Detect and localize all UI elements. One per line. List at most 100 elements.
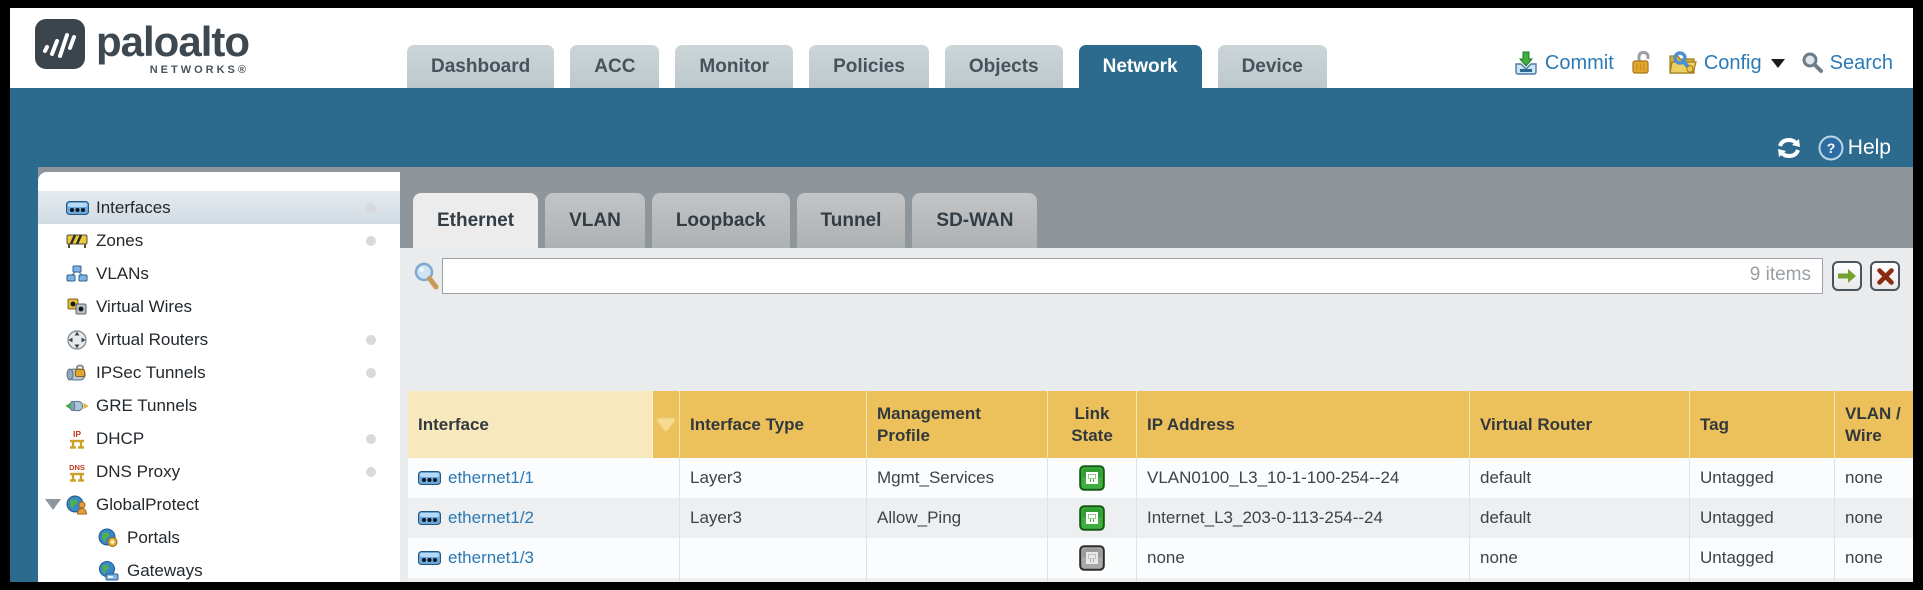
sidebar-item-globalprotect[interactable]: GlobalProtect [38,488,400,521]
tab-acc[interactable]: ACC [570,45,659,88]
interface-cell: ethernet1/3 [408,538,680,578]
status-dot-icon [366,368,376,378]
virtual-wires-icon [65,298,89,315]
tab-monitor[interactable]: Monitor [675,45,793,88]
subtab-tunnel[interactable]: Tunnel [797,193,906,248]
sidebar-item-ipsec-tunnels[interactable]: IPSec Tunnels [38,356,400,389]
vlan-wire-cell: none [1835,498,1913,538]
management-profile-cell [867,538,1048,578]
column-header-management-profile[interactable]: Management Profile [867,391,1048,458]
ip-address-cell: none [1137,578,1470,582]
clear-filter-button[interactable] [1870,261,1900,291]
subtab-ethernet[interactable]: Ethernet [413,193,538,248]
interfaces-table: Interface Interface TypeManagement Profil… [408,391,1913,582]
ip-address-cell: VLAN0100_L3_10-1-100-254--24 [1137,458,1470,498]
subtab-loopback[interactable]: Loopback [652,193,790,248]
virtual-router-cell: none [1470,538,1690,578]
gateways-icon [96,561,120,581]
lock-icon [1629,50,1653,76]
tag-cell: Untagged [1690,538,1835,578]
column-header-virtual-router[interactable]: Virtual Router [1470,391,1690,458]
link-state-cell [1048,578,1137,582]
help-icon: ? [1818,135,1844,161]
interface-cell: ethernet1/1 [408,458,680,498]
column-header-interface[interactable]: Interface [408,391,653,458]
tag-cell: Untagged [1690,498,1835,538]
management-profile-cell: Allow_Ping [867,498,1048,538]
gre-tunnels-icon [65,398,89,414]
sidebar-item-virtual-routers[interactable]: Virtual Routers [38,323,400,356]
column-header-link-state[interactable]: Link State [1048,391,1137,458]
app-window: paloalto NETWORKS® DashboardACCMonitorPo… [0,0,1923,590]
dhcp-icon: IP [65,429,89,449]
paloalto-logo-icon [34,18,86,70]
ip-address-cell: Internet_L3_203-0-113-254--24 [1137,498,1470,538]
virtual-router-cell: none [1470,578,1690,582]
subtabs: EthernetVLANLoopbackTunnelSD-WAN [413,193,1044,248]
interface-link[interactable]: ethernet1/3 [448,548,534,568]
management-profile-cell: Mgmt_Services [867,458,1048,498]
lock-button[interactable] [1629,50,1653,76]
tab-network[interactable]: Network [1079,45,1202,88]
sidebar-item-virtual-wires[interactable]: Virtual Wires [38,290,400,323]
column-header-vlan-wire[interactable]: VLAN / Wire [1835,391,1913,458]
column-header-ip-address[interactable]: IP Address [1137,391,1470,458]
interface-type-cell: Layer3 [680,498,867,538]
tab-objects[interactable]: Objects [945,45,1063,88]
interface-cell: ethernet1/4 [408,578,680,582]
filter-input[interactable] [442,258,1823,294]
tab-dashboard[interactable]: Dashboard [407,45,554,88]
tab-policies[interactable]: Policies [809,45,929,88]
status-dot-icon [366,335,376,345]
tab-device[interactable]: Device [1218,45,1327,88]
commit-label: Commit [1545,52,1614,75]
ip-address-cell: none [1137,538,1470,578]
sidebar-item-portals[interactable]: Portals [38,521,400,554]
sidebar-item-zones[interactable]: Zones [38,224,400,257]
sidebar-item-label: DNS Proxy [96,462,180,482]
help-button[interactable]: ? Help [1818,135,1891,161]
red-x-icon [1877,268,1894,285]
column-header-interface-type[interactable]: Interface Type [680,391,867,458]
ipsec-tunnels-icon [65,364,89,382]
sidebar-item-dhcp[interactable]: IPDHCP [38,422,400,455]
search-label: Search [1830,52,1893,75]
commit-button[interactable]: Commit [1513,50,1614,76]
sidebar-item-dns-proxy[interactable]: DNSDNS Proxy [38,455,400,488]
status-dot-icon [366,434,376,444]
table-row: ethernet1/1Layer3Mgmt_ServicesVLAN0100_L… [408,458,1913,498]
expander-triangle-icon[interactable] [45,499,61,510]
interface-icon [418,551,441,565]
sidebar-item-label: GlobalProtect [96,495,199,515]
sort-triangle-icon [657,419,675,431]
sidebar-item-gre-tunnels[interactable]: GRE Tunnels [38,389,400,422]
portals-icon [96,528,120,548]
sidebar-item-label: Virtual Routers [96,330,208,350]
filter-magnifier-icon[interactable] [412,261,440,291]
interface-cell: ethernet1/2 [408,498,680,538]
help-label: Help [1848,136,1891,160]
column-header-tag[interactable]: Tag [1690,391,1835,458]
apply-filter-button[interactable] [1832,261,1862,291]
sidebar-item-label: GRE Tunnels [96,396,197,416]
interface-link[interactable]: ethernet1/1 [448,468,534,488]
utility-bar: Commit [1513,50,1893,76]
sort-dropdown-button[interactable] [653,391,680,458]
table-row: ethernet1/3nonenoneUntaggednone [408,538,1913,578]
status-dot-icon [366,236,376,246]
interfaces-icon [65,201,89,215]
refresh-button[interactable] [1774,136,1804,160]
interface-link[interactable]: ethernet1/2 [448,508,534,528]
subtab-sd-wan[interactable]: SD-WAN [912,193,1037,248]
search-menu[interactable]: Search [1800,51,1893,75]
sidebar-item-interfaces[interactable]: Interfaces [38,191,400,224]
sidebar-item-gateways[interactable]: Gateways [38,554,400,582]
subtab-vlan[interactable]: VLAN [545,193,645,248]
ethernet-panel: 9 items [400,248,1913,582]
sidebar-item-vlans[interactable]: VLANs [38,257,400,290]
svg-text:?: ? [1827,140,1836,156]
config-menu[interactable]: Config [1668,50,1785,76]
link-state-cell [1048,458,1137,498]
virtual-router-cell: default [1470,498,1690,538]
vlan-wire-cell: none [1835,578,1913,582]
